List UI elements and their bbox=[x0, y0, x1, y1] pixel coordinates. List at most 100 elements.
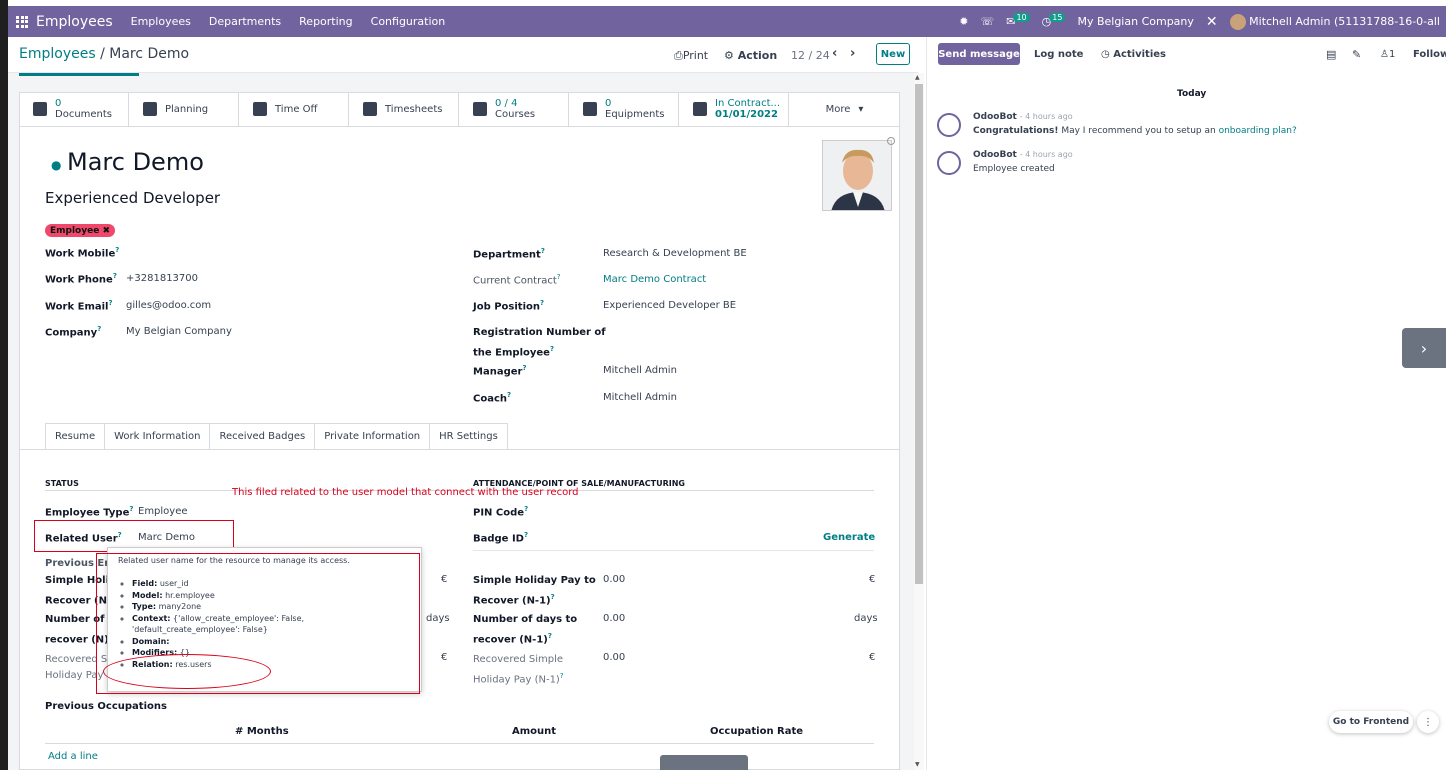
smart-equipments[interactable]: 0 Equipments bbox=[569, 92, 679, 126]
paperclip-icon[interactable]: ✎ bbox=[1352, 48, 1361, 61]
followers-count: 1 bbox=[1388, 49, 1396, 60]
odoobot-avatar[interactable] bbox=[937, 113, 961, 137]
message-1-body: Congratulations! May I recommend you to … bbox=[973, 126, 1297, 136]
activities-button[interactable]: ◷ Activities bbox=[1101, 49, 1166, 60]
work-phone-field[interactable]: +3281813700 bbox=[126, 273, 198, 284]
book-icon[interactable]: ▤ bbox=[1326, 48, 1336, 61]
scroll-down-icon[interactable]: ▼ bbox=[915, 761, 920, 768]
job-position-field[interactable]: Experienced Developer BE bbox=[603, 300, 736, 311]
app-name[interactable]: Employees bbox=[36, 14, 113, 30]
current-contract-field[interactable]: Marc Demo Contract bbox=[603, 274, 706, 285]
followers-button[interactable]: ♙1 bbox=[1380, 49, 1395, 60]
floating-toolbar[interactable] bbox=[660, 755, 748, 770]
pager-prev-icon[interactable]: ‹ bbox=[832, 46, 837, 61]
contract-status: In Contract... bbox=[715, 98, 781, 109]
pager-value[interactable]: 12 / 24 bbox=[791, 49, 830, 62]
breadcrumb-separator: / bbox=[100, 46, 105, 62]
go-to-frontend-button[interactable]: Go to Frontend bbox=[1329, 711, 1413, 733]
clock-icon: ◷ bbox=[1101, 49, 1110, 60]
message-1-author[interactable]: OdooBot bbox=[973, 112, 1017, 122]
documents-label: Documents bbox=[55, 109, 113, 120]
days-recover-n1-field[interactable]: 0.00 bbox=[603, 613, 625, 624]
follow-button[interactable]: Follow bbox=[1413, 49, 1446, 60]
user-avatar bbox=[1229, 13, 1246, 30]
badge-id-label: Badge ID? bbox=[473, 531, 529, 545]
message-2-author[interactable]: OdooBot bbox=[973, 150, 1017, 160]
tab-received-badges[interactable]: Received Badges bbox=[209, 423, 315, 450]
more-options-button[interactable]: ⋮ bbox=[1417, 711, 1439, 733]
nav-departments[interactable]: Departments bbox=[209, 15, 281, 28]
col-amount[interactable]: Amount bbox=[512, 726, 556, 737]
annotation-ellipse bbox=[103, 654, 271, 689]
log-note-button[interactable]: Log note bbox=[1034, 49, 1083, 60]
tab-resume[interactable]: Resume bbox=[45, 423, 105, 450]
employee-name[interactable]: Marc Demo bbox=[67, 148, 204, 176]
user-name: Mitchell Admin (51131788-16-0-all bbox=[1249, 14, 1440, 28]
print-button[interactable]: ⎙Print bbox=[674, 49, 708, 63]
documents-count: 0 bbox=[55, 98, 62, 109]
bug-icon[interactable]: ✹ bbox=[959, 15, 968, 28]
job-title[interactable]: Experienced Developer bbox=[45, 189, 220, 207]
user-menu[interactable]: Mitchell Admin (51131788-16-0-all bbox=[1229, 13, 1440, 30]
smart-timesheets[interactable]: Timesheets bbox=[349, 92, 459, 126]
partial-top-button bbox=[19, 73, 139, 76]
coach-field[interactable]: Mitchell Admin bbox=[603, 392, 677, 403]
phone-icon[interactable]: ☏ bbox=[980, 15, 994, 28]
tab-divider bbox=[19, 449, 900, 450]
department-field[interactable]: Research & Development BE bbox=[603, 248, 747, 259]
nav-configuration[interactable]: Configuration bbox=[371, 15, 446, 28]
onboarding-plan-link[interactable]: onboarding plan? bbox=[1219, 126, 1297, 136]
cubes-icon bbox=[583, 102, 597, 116]
tag-remove-icon[interactable]: ✖ bbox=[102, 226, 110, 236]
manager-field[interactable]: Mitchell Admin bbox=[603, 365, 677, 376]
employee-photo-image bbox=[823, 141, 891, 210]
employee-tag[interactable]: Employee ✖ bbox=[45, 224, 115, 237]
form-scrollbar-thumb[interactable] bbox=[915, 84, 923, 584]
tools-icon[interactable]: ✕ bbox=[1206, 14, 1218, 30]
tab-hr-settings[interactable]: HR Settings bbox=[429, 423, 508, 450]
tab-private-information[interactable]: Private Information bbox=[314, 423, 430, 450]
activities-icon[interactable]: ◷15 bbox=[1042, 13, 1066, 28]
activities-label: Activities bbox=[1113, 49, 1166, 60]
action-button[interactable]: ⚙ Action bbox=[724, 49, 777, 62]
recovered-n1-field[interactable]: 0.00 bbox=[603, 652, 625, 663]
message-1-time: - 4 hours ago bbox=[1019, 112, 1073, 121]
employee-type-field[interactable]: Employee bbox=[138, 506, 188, 517]
odoobot-avatar-2[interactable] bbox=[937, 151, 961, 175]
employee-photo[interactable] bbox=[822, 140, 892, 211]
send-message-button[interactable]: Send message bbox=[938, 43, 1020, 65]
smart-time-off[interactable]: Time Off bbox=[239, 92, 349, 126]
smart-more[interactable]: More ▾ bbox=[789, 92, 900, 126]
col-months[interactable]: # Months bbox=[235, 726, 289, 737]
work-email-label: Work Email? bbox=[45, 299, 113, 313]
smart-courses[interactable]: 0 / 4 Courses bbox=[459, 92, 569, 126]
message-2-header: OdooBot - 4 hours ago bbox=[973, 150, 1073, 160]
messages-icon[interactable]: ✉10 bbox=[1006, 13, 1030, 28]
next-arrow-button[interactable]: › bbox=[1402, 328, 1446, 368]
simple-holiday-n1-field[interactable]: 0.00 bbox=[603, 574, 625, 585]
col-occupation-rate[interactable]: Occupation Rate bbox=[710, 726, 803, 737]
app-menu-icon[interactable] bbox=[16, 15, 28, 28]
planning-icon bbox=[143, 102, 157, 116]
work-email-field[interactable]: gilles@odoo.com bbox=[126, 300, 211, 311]
smart-planning[interactable]: Planning bbox=[129, 92, 239, 126]
registration-number-label: Registration Number of the Employee? bbox=[473, 327, 606, 359]
action-label: Action bbox=[737, 49, 778, 62]
status-dot-icon[interactable]: ● bbox=[51, 158, 61, 172]
company-switcher[interactable]: My Belgian Company bbox=[1077, 15, 1193, 28]
smart-contract[interactable]: In Contract... 01/01/2022 bbox=[679, 92, 789, 126]
tab-work-information[interactable]: Work Information bbox=[104, 423, 210, 450]
company-field[interactable]: My Belgian Company bbox=[126, 326, 232, 337]
smart-documents[interactable]: 0 Documents bbox=[19, 92, 129, 126]
calendar-icon bbox=[363, 102, 377, 116]
breadcrumb-parent[interactable]: Employees bbox=[19, 46, 96, 62]
pager-next-icon[interactable]: › bbox=[850, 46, 855, 61]
scroll-up-icon[interactable]: ▲ bbox=[915, 74, 920, 81]
nav-employees[interactable]: Employees bbox=[131, 15, 191, 28]
add-line-link[interactable]: Add a line bbox=[48, 751, 98, 762]
equipments-count: 0 bbox=[605, 98, 612, 109]
nav-reporting[interactable]: Reporting bbox=[299, 15, 352, 28]
new-button[interactable]: New bbox=[876, 43, 910, 65]
generate-button[interactable]: Generate bbox=[823, 532, 875, 543]
print-label: Print bbox=[682, 49, 709, 62]
